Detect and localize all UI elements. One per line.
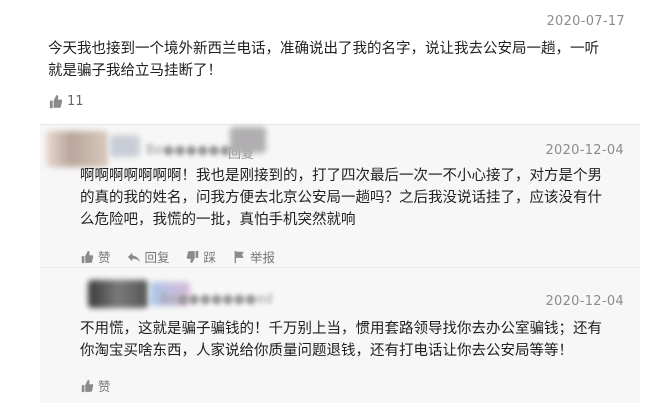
reply-date: 2020-12-04 (545, 294, 624, 309)
reply-author-name[interactable]: Be●●●●●●●ed (160, 292, 273, 307)
like-button[interactable]: 赞 (80, 247, 111, 266)
reply-2: Be●●●●●●●ed 2020-12-04 不用慌，这就是骗子骗钱的！千万别上… (40, 268, 640, 403)
dislike-label: 踩 (203, 250, 217, 265)
reply-text: 啊啊啊啊啊啊啊！我也是刚接到的，打了四次最后一次一不小心接了，对方是个男 的真的… (80, 165, 630, 231)
comment-date: 2020-07-17 (546, 14, 625, 29)
thumb-up-icon (80, 250, 94, 264)
like-button[interactable]: 赞 (80, 376, 111, 395)
reply-text: 不用慌，这就是骗子骗钱的！千万别上当，惯用套路领导找你去办公室骗钱；还有 你淘宝… (80, 318, 630, 362)
like-count: 11 (67, 94, 84, 109)
reply-actions: 赞 回复 踩 举报 (80, 247, 275, 266)
avatar (46, 131, 108, 167)
like-label: 赞 (98, 379, 111, 394)
report-button[interactable]: 举报 (232, 247, 275, 266)
thumb-up-icon (80, 379, 94, 393)
reply-1: Be●●●●●●ted 回复 2020-12-04 啊啊啊啊啊啊啊！我也是刚接到… (40, 125, 640, 267)
reply-label: 回复 (144, 250, 170, 265)
like-label: 赞 (98, 250, 111, 265)
reply-button[interactable]: 回复 (127, 247, 170, 266)
reply-text-line: 啊啊啊啊啊啊啊！我也是刚接到的，打了四次最后一次一不小心接了，对方是个男 (80, 168, 602, 184)
reply-text-line: 你淘宝买啥东西，人家说给你质量问题退钱，还有打电话让你去公安局等等！ (80, 343, 573, 359)
reply-text-line: 么危险吧，我慌的一批，真怕手机突然就响 (80, 212, 356, 228)
avatar-decoration (230, 127, 266, 153)
comment-1: 2020-07-17 今天我也接到一个境外新西兰电话，准确说出了我的名字，说让我… (0, 0, 653, 125)
comment-text-line: 就是骗子我给立马挂断了！ (48, 63, 222, 79)
like-button[interactable]: 11 (48, 94, 84, 109)
avatar (88, 280, 148, 308)
reply-text-line: 的真的我的姓名，问我方便去北京公安局一趟吗？之后我没说话挂了，应该没有什 (80, 190, 602, 206)
avatar-decoration (110, 135, 140, 157)
reply-date: 2020-12-04 (545, 143, 624, 158)
flag-icon (232, 250, 246, 264)
dislike-button[interactable]: 踩 (186, 247, 217, 266)
thumb-up-icon (48, 94, 63, 109)
comment-text: 今天我也接到一个境外新西兰电话，准确说出了我的名字，说让我去公安局一趟，一听 就… (48, 38, 638, 82)
thumb-down-icon (186, 250, 200, 264)
reply-text-line: 不用慌，这就是骗子骗钱的！千万别上当，惯用套路领导找你去办公室骗钱；还有 (80, 321, 602, 337)
reply-icon (127, 250, 141, 264)
comment-text-line: 今天我也接到一个境外新西兰电话，准确说出了我的名字，说让我去公安局一趟，一听 (48, 41, 599, 57)
report-label: 举报 (250, 250, 276, 265)
